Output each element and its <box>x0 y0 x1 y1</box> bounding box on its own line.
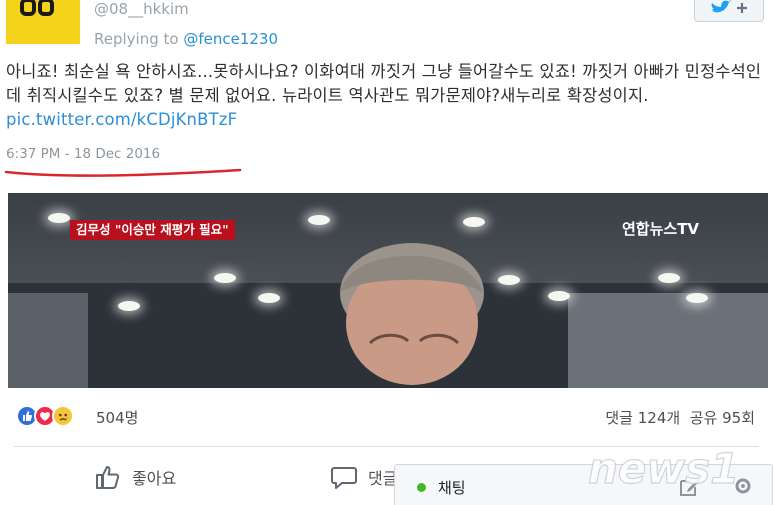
tweet-handle[interactable]: @08__hkkim <box>94 0 189 18</box>
like-button[interactable]: 좋아요 <box>94 462 176 492</box>
share-count[interactable]: 공유 95회 <box>690 409 755 427</box>
avatar[interactable] <box>6 0 80 44</box>
thumbs-up-icon <box>96 466 120 489</box>
video-thumbnail[interactable]: 김무성 "이승만 재평가 필요" 연합뉴스TV <box>8 193 768 390</box>
reply-mention-link[interactable]: @fence1230 <box>183 30 278 48</box>
replying-prefix: Replying to <box>94 30 184 48</box>
online-status-dot <box>417 483 426 492</box>
comment-icon <box>331 467 357 489</box>
watermark-text: news1 <box>588 444 739 493</box>
yellow-logo-avatar-icon <box>20 0 54 16</box>
post-stats: 댓글 124개 공유 95회 <box>605 407 755 428</box>
screenshot-root: @08__hkkim Replying to @fence1230 아니죠! 최… <box>0 0 773 505</box>
follow-button[interactable] <box>694 0 764 22</box>
tweet-body: 아니죠! 최순실 욕 안하시죠...못하시나요? 이화여대 까짓거 그냥 들어갈… <box>6 60 764 132</box>
like-label: 좋아요 <box>132 469 177 488</box>
person-figure <box>340 243 484 385</box>
tweet-card: @08__hkkim Replying to @fence1230 아니죠! 최… <box>0 0 773 390</box>
tweet-body-text: 아니죠! 최순실 욕 안하시죠...못하시나요? 이화여대 까짓거 그냥 들어갈… <box>6 62 762 105</box>
tweet-timestamp[interactable]: 6:37 PM - 18 Dec 2016 <box>6 146 160 162</box>
tweet-media-link[interactable]: pic.twitter.com/kCDjKnBTzF <box>6 110 237 129</box>
replying-to-line: Replying to @fence1230 <box>94 30 278 48</box>
twitter-bird-follow-icon <box>711 0 747 13</box>
news1-watermark: news1 <box>587 443 740 493</box>
reaction-count[interactable]: 504명 <box>96 407 138 428</box>
channel-logo: 연합뉴스TV <box>622 220 700 238</box>
sad-icon <box>52 405 74 427</box>
comment-count[interactable]: 댓글 124개 <box>605 409 680 427</box>
news-caption: 김무성 "이승만 재평가 필요" <box>70 220 235 240</box>
red-underline-mark <box>4 168 242 177</box>
comment-button[interactable]: 댓글 <box>330 462 397 492</box>
chat-label: 채팅 <box>438 479 466 497</box>
